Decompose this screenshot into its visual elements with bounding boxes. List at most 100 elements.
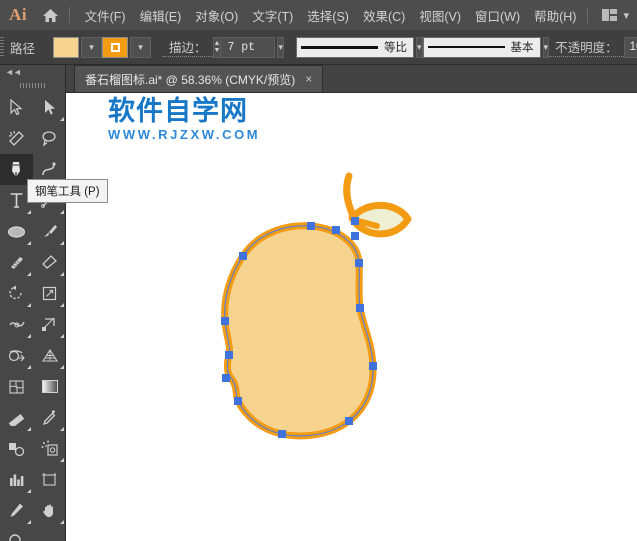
- width-profile-preview: [301, 45, 378, 49]
- flyout-indicator-icon[interactable]: [60, 210, 64, 214]
- menu-item-help[interactable]: 帮助(H): [527, 2, 583, 29]
- menu-item-select[interactable]: 选择(S): [300, 2, 356, 29]
- lasso-tool[interactable]: [33, 123, 66, 154]
- stroke-swatch-button[interactable]: [102, 36, 129, 58]
- menu-items: 文件(F) 编辑(E) 对象(O) 文字(T) 选择(S) 效果(C) 视图(V…: [78, 2, 584, 29]
- home-icon[interactable]: [36, 8, 65, 23]
- direct-selection-tool[interactable]: [33, 92, 66, 123]
- eyedropper-tool[interactable]: [33, 402, 66, 433]
- selection-tool[interactable]: [0, 92, 33, 123]
- anchor-point[interactable]: [351, 217, 359, 225]
- variable-width-profile-select[interactable]: 等比: [296, 36, 414, 58]
- menu-item-effect[interactable]: 效果(C): [356, 2, 412, 29]
- anchor-point[interactable]: [355, 259, 363, 267]
- shaper-tool[interactable]: [0, 247, 33, 278]
- flyout-indicator-icon[interactable]: [60, 241, 64, 245]
- anchor-point[interactable]: [307, 222, 315, 230]
- menu-item-object[interactable]: 对象(O): [188, 2, 245, 29]
- selected-object-type: 路径: [10, 41, 36, 56]
- flyout-indicator-icon[interactable]: [27, 334, 31, 338]
- guava-icon-artwork[interactable]: [66, 93, 637, 541]
- gradient-tool[interactable]: [33, 371, 66, 402]
- flyout-indicator-icon[interactable]: [27, 210, 31, 214]
- flyout-indicator-icon[interactable]: [60, 334, 64, 338]
- anchor-point[interactable]: [225, 351, 233, 359]
- chevron-down-icon[interactable]: ▾: [623, 9, 629, 22]
- stroke-control: ▾: [102, 36, 152, 58]
- document-tab[interactable]: 番石榴图标.ai* @ 58.36% (CMYK/预览) ×: [74, 65, 324, 92]
- slice-tool[interactable]: [0, 495, 33, 526]
- flyout-indicator-icon[interactable]: [60, 303, 64, 307]
- flyout-indicator-icon[interactable]: [27, 272, 31, 276]
- blend-tool[interactable]: [0, 433, 33, 464]
- shape-builder-tool[interactable]: [0, 340, 33, 371]
- document-tab-title: 番石榴图标.ai* @ 58.36% (CMYK/预览): [85, 72, 296, 87]
- flyout-indicator-icon[interactable]: [60, 520, 64, 524]
- chevron-down-icon[interactable]: ▾: [81, 36, 103, 58]
- menu-item-view[interactable]: 视图(V): [412, 2, 468, 29]
- flyout-indicator-icon[interactable]: [27, 241, 31, 245]
- scale-tool[interactable]: [33, 278, 66, 309]
- flyout-indicator-icon[interactable]: [27, 489, 31, 493]
- anchor-point[interactable]: [356, 304, 364, 312]
- flyout-indicator-icon[interactable]: [60, 272, 64, 276]
- rotate-tool[interactable]: [0, 278, 33, 309]
- paintbrush-tool[interactable]: [33, 216, 66, 247]
- ellipse-tool[interactable]: [0, 216, 33, 247]
- anchor-point[interactable]: [239, 252, 247, 260]
- magic-wand-tool[interactable]: [0, 123, 33, 154]
- chevron-down-icon[interactable]: ▾: [277, 36, 284, 58]
- perspective-grid-tool[interactable]: [33, 340, 66, 371]
- eraser-tool[interactable]: [33, 247, 66, 278]
- document-canvas[interactable]: 软件自学网 WWW.RJZXW.COM: [66, 93, 637, 541]
- column-graph-tool[interactable]: [0, 464, 33, 495]
- stroke-weight-input[interactable]: 7 pt: [221, 36, 276, 58]
- brush-definition-select[interactable]: 基本: [422, 36, 541, 58]
- stroke-weight-label[interactable]: 描边：: [163, 37, 213, 57]
- measure-tool[interactable]: [0, 402, 33, 433]
- stepper-arrows-icon[interactable]: ▲ ▼: [212, 36, 222, 58]
- flyout-indicator-icon[interactable]: [27, 365, 31, 369]
- menu-item-file[interactable]: 文件(F): [78, 2, 133, 29]
- flyout-indicator-icon[interactable]: [27, 303, 31, 307]
- zoom-tool[interactable]: [0, 526, 33, 541]
- brush-preview: [427, 46, 505, 48]
- chevron-down-icon[interactable]: ▾: [130, 36, 152, 58]
- flyout-indicator-icon[interactable]: [27, 520, 31, 524]
- opacity-label[interactable]: 不透明度：: [549, 37, 624, 57]
- menu-divider: [68, 7, 70, 23]
- anchor-point[interactable]: [234, 397, 242, 405]
- free-transform-tool[interactable]: [33, 309, 66, 340]
- anchor-point[interactable]: [222, 374, 230, 382]
- mesh-tool[interactable]: [0, 371, 33, 402]
- menu-item-type[interactable]: 文字(T): [245, 2, 300, 29]
- double-chevron-left-icon[interactable]: ◄◄: [0, 65, 65, 78]
- panel-drag-handle[interactable]: [0, 78, 65, 92]
- anchor-point[interactable]: [332, 226, 340, 234]
- anchor-point[interactable]: [278, 430, 286, 438]
- hand-tool[interactable]: [33, 495, 66, 526]
- fill-control: ▾: [53, 36, 103, 58]
- illustrator-window: Ai 文件(F) 编辑(E) 对象(O) 文字(T) 选择(S) 效果(C) 视…: [0, 0, 637, 541]
- anchor-point[interactable]: [345, 417, 353, 425]
- menu-item-edit[interactable]: 编辑(E): [133, 2, 189, 29]
- menu-item-window[interactable]: 窗口(W): [468, 2, 527, 29]
- tool-tooltip: 钢笔工具 (P): [27, 179, 108, 203]
- artboard-tool[interactable]: [33, 464, 66, 495]
- flyout-indicator-icon[interactable]: [60, 458, 64, 462]
- symbol-sprayer-tool[interactable]: [33, 433, 66, 464]
- workspace-layout-icon[interactable]: [602, 9, 618, 21]
- tool-grid-spacer: [33, 526, 66, 541]
- anchor-point[interactable]: [221, 317, 229, 325]
- anchor-point[interactable]: [369, 362, 377, 370]
- flyout-indicator-icon[interactable]: [27, 427, 31, 431]
- flyout-indicator-icon[interactable]: [60, 427, 64, 431]
- control-bar: 路径 ▾ ▾ 描边： ▲▼ 7 pt ▾ 等比 ▾ 基本 ▾ 不透明度： 100: [0, 30, 637, 65]
- anchor-point[interactable]: [351, 232, 359, 240]
- flyout-indicator-icon[interactable]: [60, 365, 64, 369]
- close-icon[interactable]: ×: [305, 73, 312, 85]
- flyout-indicator-icon[interactable]: [60, 117, 64, 121]
- fill-swatch-button[interactable]: [53, 36, 80, 58]
- width-tool[interactable]: [0, 309, 33, 340]
- opacity-input[interactable]: 100: [623, 36, 637, 58]
